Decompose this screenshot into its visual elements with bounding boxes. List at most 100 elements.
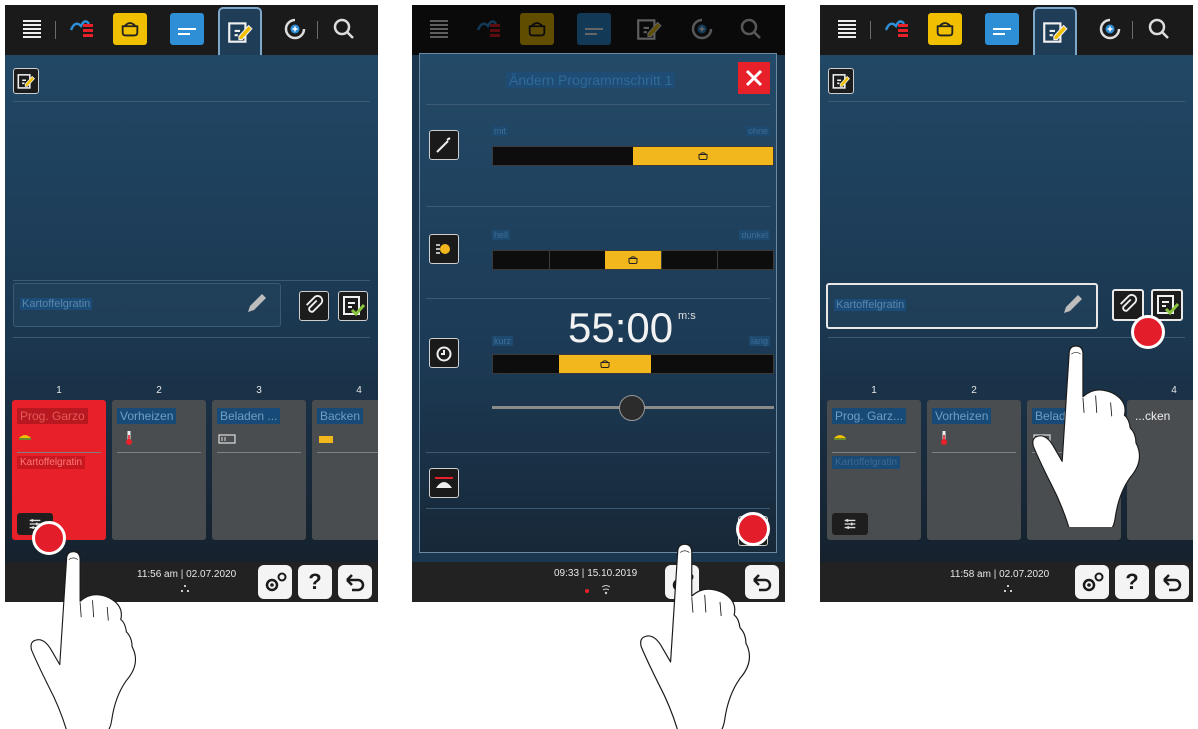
top-tab-bar xyxy=(412,5,785,55)
divider xyxy=(426,452,770,453)
edit-step-dialog: Ändern Programmschritt 1 mit ohne hell d… xyxy=(419,53,777,553)
cooking-mode-icon[interactable] xyxy=(928,13,962,45)
slider-fill xyxy=(558,355,652,373)
step-subtitle: Kartoffelgratin xyxy=(17,456,86,469)
refresh-plus-icon[interactable] xyxy=(1093,13,1127,45)
edit-icon[interactable] xyxy=(13,68,39,94)
back-icon[interactable] xyxy=(338,565,372,599)
step-card-2[interactable]: Vorheizen xyxy=(927,400,1021,540)
tab-divider xyxy=(317,21,318,39)
divider xyxy=(426,104,770,105)
divider xyxy=(932,452,1016,453)
settings-icon[interactable] xyxy=(258,565,292,599)
step-title: Vorheizen xyxy=(117,408,177,424)
menu-icon[interactable] xyxy=(830,13,864,45)
step-number: 2 xyxy=(971,385,977,396)
tab-divider xyxy=(870,21,871,39)
label-right: lang xyxy=(748,336,770,346)
browning-icon[interactable] xyxy=(429,234,459,264)
step-title: Backen xyxy=(317,408,364,424)
label-left: mit xyxy=(492,126,508,136)
wifi-icon xyxy=(585,585,610,595)
edit-program-icon[interactable] xyxy=(1033,7,1077,55)
date: 02.07.2020 xyxy=(999,569,1050,580)
sensor-icon[interactable] xyxy=(429,130,459,160)
dialog-title: Ändern Programmschritt 1 xyxy=(506,72,676,88)
cooking-paths-icon[interactable] xyxy=(880,13,914,45)
slider-fill xyxy=(605,251,661,269)
close-icon[interactable] xyxy=(738,62,770,94)
food-icon xyxy=(834,435,846,440)
step-number: 1 xyxy=(871,385,877,396)
step-number: 2 xyxy=(156,385,162,396)
program-name-field[interactable]: Kartoffelgratin xyxy=(826,283,1098,329)
timer-icon[interactable] xyxy=(429,338,459,368)
step-number: 3 xyxy=(256,385,262,396)
tab-divider xyxy=(55,21,56,39)
back-icon[interactable] xyxy=(1155,565,1189,599)
network-icon xyxy=(181,585,189,592)
label-right: ohne xyxy=(745,126,770,136)
thermometer-icon xyxy=(126,431,132,445)
clock: 11:58 am | 02.07.2020 xyxy=(950,569,1050,580)
hand-pointer-icon xyxy=(1032,345,1141,527)
help-label: ? xyxy=(1125,569,1139,594)
label-left: hell xyxy=(492,230,511,240)
help-icon[interactable]: ? xyxy=(1115,565,1149,599)
step-title: Prog. Garz... xyxy=(832,408,907,424)
divider xyxy=(17,452,101,453)
step-card-3[interactable]: Beladen ... xyxy=(212,400,306,540)
step-card-4[interactable]: Backen xyxy=(312,400,378,540)
time: 11:58 am xyxy=(950,569,991,580)
divider xyxy=(828,101,1185,102)
date: 02.07.2020 xyxy=(186,569,237,580)
cooking-mode-icon[interactable] xyxy=(113,13,147,45)
settings-icon[interactable] xyxy=(1075,565,1109,599)
help-label: ? xyxy=(308,569,322,594)
refresh-plus-icon[interactable] xyxy=(278,13,312,45)
paperclip-icon[interactable] xyxy=(299,291,329,321)
cooking-paths-icon[interactable] xyxy=(65,13,99,45)
list-icon[interactable] xyxy=(170,13,204,45)
step-number: 1 xyxy=(56,385,62,396)
step-card-1[interactable]: Prog. Garz... Kartoffelgratin xyxy=(827,400,921,540)
divider xyxy=(426,206,770,207)
step-number: 4 xyxy=(356,385,362,396)
pencil-icon[interactable] xyxy=(246,292,268,314)
thermometer-icon xyxy=(941,431,947,445)
divider xyxy=(13,101,370,102)
divider xyxy=(217,452,301,453)
program-name-field[interactable]: Kartoffelgratin xyxy=(13,283,281,327)
menu-icon[interactable] xyxy=(15,13,49,45)
divider xyxy=(13,280,370,281)
divider xyxy=(832,452,916,453)
search-icon[interactable] xyxy=(1142,13,1176,45)
food-icon xyxy=(19,435,31,440)
option-slider-2[interactable] xyxy=(492,250,774,270)
step-card-1[interactable]: Prog. Garzo Kartoffelgratin xyxy=(12,400,106,540)
segment-mark xyxy=(717,251,718,269)
search-icon[interactable] xyxy=(327,13,361,45)
edit-program-icon[interactable] xyxy=(218,7,262,55)
step-card-2[interactable]: Vorheizen xyxy=(112,400,206,540)
divider xyxy=(317,452,378,453)
pencil-icon[interactable] xyxy=(1062,293,1084,315)
step-title: Beladen ... xyxy=(217,408,281,424)
time-slider-knob[interactable] xyxy=(619,395,645,421)
save-check-icon[interactable] xyxy=(338,291,368,321)
divider xyxy=(426,298,770,299)
divider xyxy=(13,337,370,338)
controls-icon[interactable] xyxy=(832,513,868,535)
program-name-placeholder: Kartoffelgratin xyxy=(20,298,93,310)
tray-icon[interactable] xyxy=(429,468,459,498)
edit-icon[interactable] xyxy=(828,68,854,94)
list-icon[interactable] xyxy=(985,13,1019,45)
option-slider-1[interactable] xyxy=(492,146,774,166)
option-slider-3[interactable] xyxy=(492,354,774,374)
dim-overlay xyxy=(412,5,785,55)
help-icon[interactable]: ? xyxy=(298,565,332,599)
time-value: 55:00 xyxy=(568,304,674,351)
screen-middle: Ändern Programmschritt 1 mit ohne hell d… xyxy=(412,5,785,602)
label-right: dunkel xyxy=(739,230,770,240)
tab-divider xyxy=(1132,21,1133,39)
